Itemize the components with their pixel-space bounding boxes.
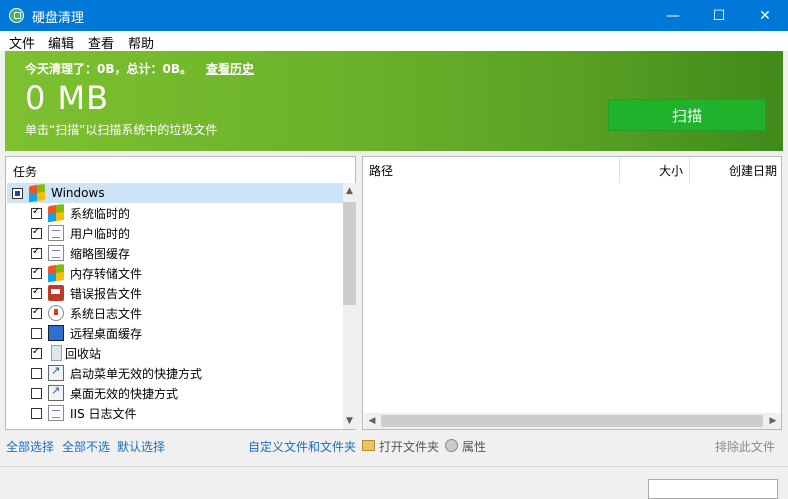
file-list-hscrollbar[interactable]: ◀ ▶ bbox=[364, 413, 781, 429]
task-checkbox[interactable] bbox=[31, 246, 42, 259]
task-header: 任务 bbox=[13, 165, 38, 179]
task-row[interactable]: 启动菜单无效的快捷方式 bbox=[7, 363, 343, 383]
column-path[interactable]: 路径 bbox=[363, 157, 620, 183]
task-row[interactable]: 内存转储文件 bbox=[7, 263, 343, 283]
task-label: 缩略图缓存 bbox=[70, 246, 131, 261]
task-checkbox[interactable] bbox=[31, 286, 42, 299]
file-list-panel: 路径 大小 创建日期 ◀ ▶ bbox=[362, 156, 782, 430]
task-checkbox[interactable] bbox=[31, 206, 42, 219]
document-icon bbox=[48, 225, 64, 241]
maximize-button[interactable]: ☐ bbox=[696, 0, 742, 31]
scroll-up-arrow-icon[interactable]: ▲ bbox=[343, 183, 356, 199]
monitor-icon bbox=[48, 325, 64, 341]
task-checkbox[interactable] bbox=[31, 387, 42, 399]
scan-button[interactable]: 扫描 bbox=[608, 99, 766, 131]
task-row[interactable]: 远程桌面缓存 bbox=[7, 323, 343, 343]
shortcut-icon bbox=[48, 364, 64, 381]
properties-button[interactable]: 属性 bbox=[462, 438, 486, 455]
today-cleaned-text: 今天清理了：0B，总计：0B。 bbox=[25, 62, 192, 76]
windows-logo-icon bbox=[48, 203, 64, 223]
bottom-action-button[interactable] bbox=[648, 479, 778, 499]
minimize-button[interactable]: — bbox=[650, 0, 696, 31]
task-row[interactable]: 回收站 bbox=[7, 343, 343, 363]
task-checkbox[interactable] bbox=[31, 226, 42, 239]
error-report-icon bbox=[48, 285, 64, 301]
junk-size: 0 MB bbox=[25, 79, 110, 117]
task-label: IIS 日志文件 bbox=[70, 406, 137, 421]
task-label: Windows bbox=[51, 186, 105, 200]
task-row[interactable]: 错误报告文件 bbox=[7, 283, 343, 303]
task-row[interactable]: 系统日志文件 bbox=[7, 303, 343, 323]
folder-icon bbox=[362, 440, 375, 451]
log-icon bbox=[48, 305, 64, 321]
scroll-left-arrow-icon[interactable]: ◀ bbox=[364, 413, 380, 429]
task-label: 回收站 bbox=[65, 346, 102, 361]
task-checkbox[interactable] bbox=[31, 367, 42, 379]
custom-files-link[interactable]: 自定义文件和文件夹 bbox=[248, 438, 356, 455]
task-row[interactable]: 系统临时的 bbox=[7, 203, 343, 223]
scroll-right-arrow-icon[interactable]: ▶ bbox=[765, 413, 781, 429]
app-icon bbox=[9, 8, 24, 23]
view-history-link[interactable]: 查看历史 bbox=[206, 60, 254, 77]
task-checkbox[interactable] bbox=[31, 306, 42, 319]
close-button[interactable]: ✕ bbox=[742, 0, 788, 31]
task-label: 系统临时的 bbox=[70, 206, 131, 221]
task-label: 启动菜单无效的快捷方式 bbox=[70, 366, 203, 381]
scan-hint: 单击“扫描”以扫描系统中的垃圾文件 bbox=[25, 123, 218, 137]
default-select-link[interactable]: 默认选择 bbox=[117, 438, 165, 455]
task-row[interactable]: 缩略图缓存 bbox=[7, 243, 343, 263]
task-label: 用户临时的 bbox=[70, 226, 131, 241]
shortcut-icon bbox=[48, 384, 64, 401]
task-checkbox[interactable] bbox=[31, 327, 42, 339]
task-checkbox[interactable] bbox=[31, 346, 42, 359]
properties-icon bbox=[445, 439, 458, 452]
task-label: 错误报告文件 bbox=[70, 286, 143, 301]
windows-logo-icon bbox=[48, 263, 64, 283]
menu-bar: 文件 编辑 查看 帮助 bbox=[0, 31, 788, 52]
menu-file[interactable]: 文件 bbox=[9, 33, 35, 52]
title-bar: 硬盘清理 — ☐ ✕ bbox=[0, 0, 788, 31]
task-checkbox[interactable] bbox=[31, 266, 42, 279]
menu-view[interactable]: 查看 bbox=[88, 33, 114, 52]
column-size[interactable]: 大小 bbox=[620, 157, 690, 183]
menu-help[interactable]: 帮助 bbox=[128, 33, 154, 52]
task-label: 内存转储文件 bbox=[70, 266, 143, 281]
task-row[interactable]: Windows bbox=[7, 183, 343, 203]
task-row[interactable]: 桌面无效的快捷方式 bbox=[7, 383, 343, 403]
document-icon bbox=[48, 405, 64, 421]
column-created-date[interactable]: 创建日期 bbox=[690, 157, 781, 183]
window-title: 硬盘清理 bbox=[32, 11, 85, 26]
menu-edit[interactable]: 编辑 bbox=[48, 33, 74, 52]
status-banner: 今天清理了：0B，总计：0B。 查看历史 0 MB 单击“扫描”以扫描系统中的垃… bbox=[5, 51, 783, 151]
windows-logo-icon bbox=[29, 183, 45, 203]
document-icon bbox=[48, 245, 64, 261]
scroll-down-arrow-icon[interactable]: ▼ bbox=[343, 413, 356, 429]
exclude-file-button[interactable]: 排除此文件 bbox=[715, 438, 775, 455]
select-none-link[interactable]: 全部不选 bbox=[62, 438, 110, 455]
task-tree: Windows 系统临时的用户临时的缩略图缓存内存转储文件错误报告文件系统日志文件… bbox=[7, 183, 343, 429]
task-scrollbar[interactable]: ▲ ▼ bbox=[343, 183, 356, 429]
open-folder-button[interactable]: 打开文件夹 bbox=[379, 438, 439, 455]
task-panel: 任务 Windows 系统临时的用户临时的缩略图缓存内存转储文件错误报告文件系统日… bbox=[5, 156, 356, 430]
task-checkbox[interactable] bbox=[31, 407, 42, 419]
task-row[interactable]: 用户临时的 bbox=[7, 223, 343, 243]
task-label: 系统日志文件 bbox=[70, 306, 143, 321]
recycle-bin-icon bbox=[51, 345, 62, 361]
scroll-thumb[interactable] bbox=[343, 202, 356, 305]
task-label: 桌面无效的快捷方式 bbox=[70, 386, 179, 401]
task-label: 远程桌面缓存 bbox=[70, 326, 143, 341]
task-checkbox[interactable] bbox=[12, 187, 23, 199]
hscroll-thumb[interactable] bbox=[381, 415, 763, 427]
task-row[interactable]: IIS 日志文件 bbox=[7, 403, 343, 423]
select-all-link[interactable]: 全部选择 bbox=[6, 438, 54, 455]
